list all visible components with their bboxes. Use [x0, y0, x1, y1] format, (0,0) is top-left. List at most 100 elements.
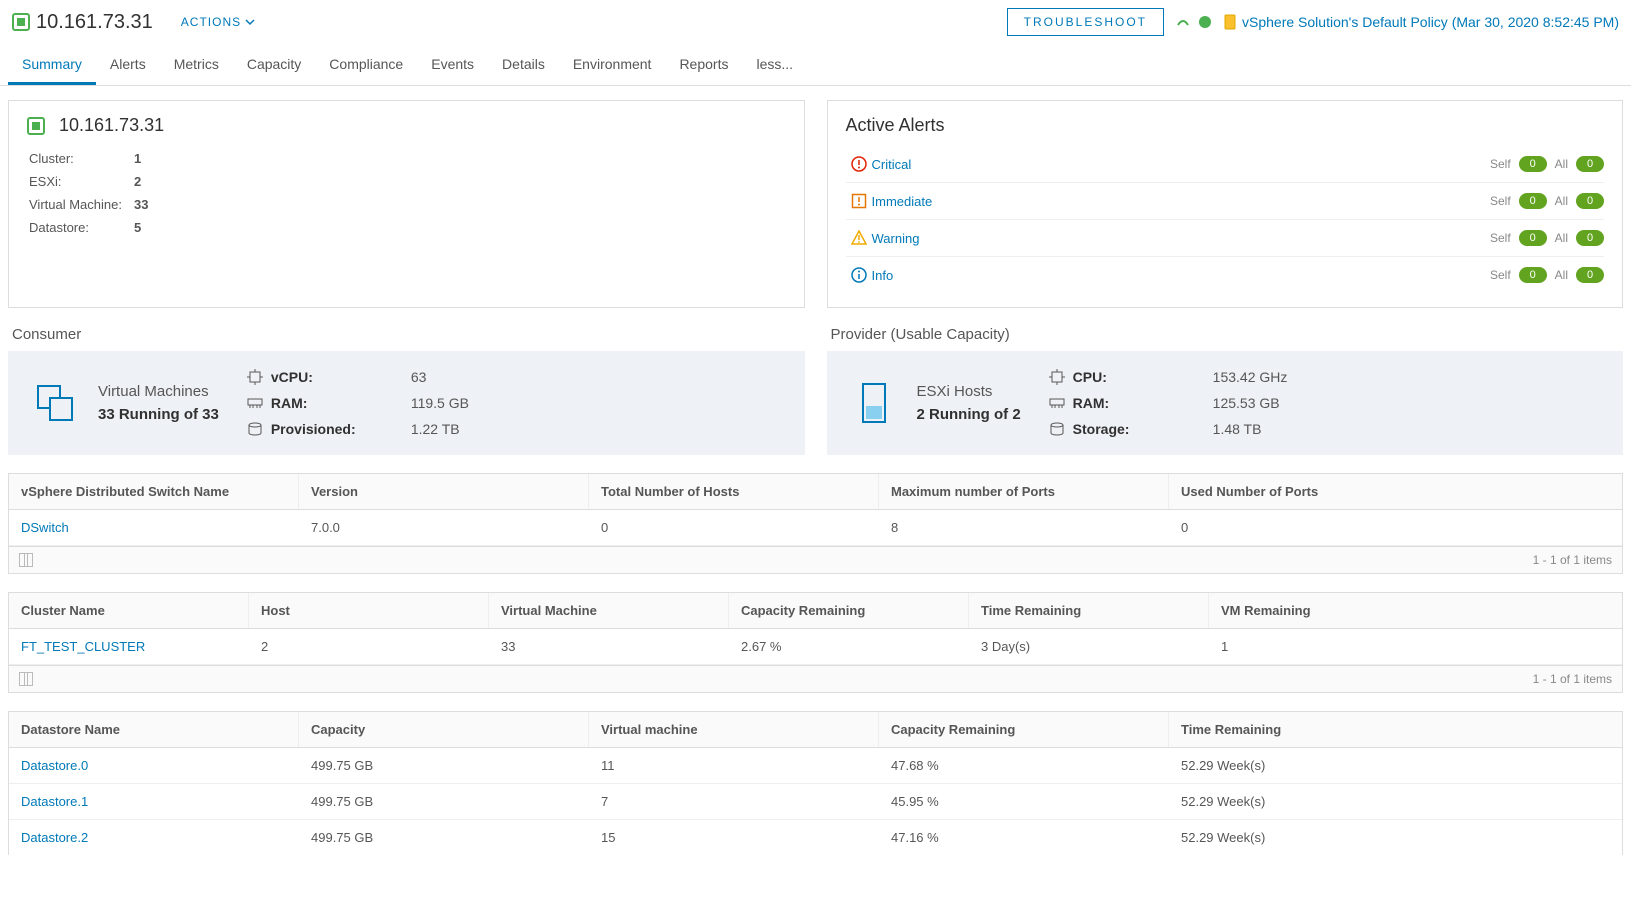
- active-alerts-card: Active Alerts Critical Self 0 All 0 Imme…: [827, 100, 1624, 308]
- stat-label: Cluster:: [29, 148, 132, 169]
- tab-details[interactable]: Details: [488, 46, 559, 85]
- table-row[interactable]: DSwitch 7.0.0 0 8 0: [9, 510, 1622, 546]
- provider-panel: ESXi Hosts 2 Running of 2 CPU: 153.42 GH…: [827, 351, 1624, 455]
- policy-icon: [1222, 14, 1238, 30]
- metric-label: Provisioned:: [271, 421, 411, 437]
- tab-events[interactable]: Events: [417, 46, 488, 85]
- alert-row-critical: Critical Self 0 All 0: [846, 146, 1605, 182]
- health-icon: [1176, 15, 1190, 29]
- tab-metrics[interactable]: Metrics: [160, 46, 233, 85]
- storage-icon: [1049, 421, 1065, 437]
- alert-self-count: 0: [1519, 230, 1547, 246]
- tab-environment[interactable]: Environment: [559, 46, 666, 85]
- alerts-card-title: Active Alerts: [846, 115, 1605, 136]
- warning-icon: [846, 230, 872, 246]
- columns-icon[interactable]: [19, 553, 33, 567]
- tab-alerts[interactable]: Alerts: [96, 46, 160, 85]
- alert-self-count: 0: [1519, 156, 1547, 172]
- cell: 499.75 GB: [299, 820, 589, 855]
- ram-icon: [1049, 395, 1065, 411]
- cell: 8: [879, 510, 1169, 545]
- metric-label: CPU:: [1073, 369, 1213, 385]
- alert-link-immediate[interactable]: Immediate: [872, 194, 992, 209]
- col-header[interactable]: Cluster Name: [9, 593, 249, 628]
- critical-icon: [846, 156, 872, 172]
- col-header[interactable]: Time Remaining: [969, 593, 1209, 628]
- alert-link-warning[interactable]: Warning: [872, 231, 992, 246]
- consumer-section-label: Consumer: [8, 326, 805, 343]
- summary-card-title: 10.161.73.31: [59, 115, 164, 136]
- switch-name-link[interactable]: DSwitch: [21, 520, 69, 535]
- stat-value: 2: [134, 171, 158, 192]
- provider-title: ESXi Hosts: [917, 383, 1021, 400]
- tab-capacity[interactable]: Capacity: [233, 46, 315, 85]
- status-ok-icon: [1198, 15, 1212, 29]
- col-header[interactable]: Capacity: [299, 712, 589, 747]
- metric-value: 63: [411, 369, 781, 385]
- stat-label: ESXi:: [29, 171, 132, 192]
- cell: 7.0.0: [299, 510, 589, 545]
- switch-table: vSphere Distributed Switch Name Version …: [8, 473, 1623, 574]
- col-header[interactable]: vSphere Distributed Switch Name: [9, 474, 299, 509]
- cell: 0: [1169, 510, 1622, 545]
- chevron-down-icon: [245, 17, 255, 27]
- table-pagination: 1 - 1 of 1 items: [1533, 553, 1612, 567]
- immediate-icon: [846, 193, 872, 209]
- cell: 2: [249, 629, 489, 664]
- alert-self-label: Self: [1490, 157, 1511, 171]
- alert-all-count: 0: [1576, 230, 1604, 246]
- col-header[interactable]: Datastore Name: [9, 712, 299, 747]
- actions-dropdown[interactable]: ACTIONS: [181, 15, 255, 29]
- col-header[interactable]: Capacity Remaining: [729, 593, 969, 628]
- alert-link-critical[interactable]: Critical: [872, 157, 992, 172]
- consumer-title: Virtual Machines: [98, 383, 219, 400]
- datastore-name-link[interactable]: Datastore.2: [21, 830, 88, 845]
- col-header[interactable]: Capacity Remaining: [879, 712, 1169, 747]
- cluster-name-link[interactable]: FT_TEST_CLUSTER: [21, 639, 145, 654]
- stat-label: Datastore:: [29, 217, 132, 238]
- cell: 52.29 Week(s): [1169, 820, 1622, 855]
- col-header[interactable]: VM Remaining: [1209, 593, 1622, 628]
- table-row[interactable]: FT_TEST_CLUSTER 2 33 2.67 % 3 Day(s) 1: [9, 629, 1622, 665]
- col-header[interactable]: Maximum number of Ports: [879, 474, 1169, 509]
- cell: 45.95 %: [879, 784, 1169, 819]
- page-title: 10.161.73.31: [36, 11, 153, 34]
- datastore-name-link[interactable]: Datastore.1: [21, 794, 88, 809]
- vcenter-icon: [12, 13, 30, 31]
- cell: 7: [589, 784, 879, 819]
- tab-summary[interactable]: Summary: [8, 46, 96, 85]
- alert-all-label: All: [1555, 194, 1568, 208]
- col-header[interactable]: Virtual Machine: [489, 593, 729, 628]
- metric-label: RAM:: [1073, 395, 1213, 411]
- tab-compliance[interactable]: Compliance: [315, 46, 417, 85]
- table-row[interactable]: Datastore.2 499.75 GB 15 47.16 % 52.29 W…: [9, 820, 1622, 855]
- troubleshoot-button[interactable]: TROUBLESHOOT: [1007, 8, 1164, 36]
- metric-value: 1.48 TB: [1213, 421, 1599, 437]
- tab-less[interactable]: less...: [742, 46, 807, 85]
- cell: 499.75 GB: [299, 748, 589, 783]
- metric-value: 119.5 GB: [411, 395, 781, 411]
- alert-all-count: 0: [1576, 193, 1604, 209]
- policy-link[interactable]: vSphere Solution's Default Policy (Mar 3…: [1242, 14, 1619, 30]
- col-header[interactable]: Time Remaining: [1169, 712, 1622, 747]
- table-row[interactable]: Datastore.1 499.75 GB 7 45.95 % 52.29 We…: [9, 784, 1622, 820]
- alert-link-info[interactable]: Info: [872, 268, 992, 283]
- tab-reports[interactable]: Reports: [665, 46, 742, 85]
- cell: 11: [589, 748, 879, 783]
- datastore-table: Datastore Name Capacity Virtual machine …: [8, 711, 1623, 855]
- cell: 1: [1209, 629, 1622, 664]
- metric-label: vCPU:: [271, 369, 411, 385]
- alert-row-warning: Warning Self 0 All 0: [846, 219, 1605, 256]
- table-row[interactable]: Datastore.0 499.75 GB 11 47.68 % 52.29 W…: [9, 748, 1622, 784]
- table-pagination: 1 - 1 of 1 items: [1533, 672, 1612, 686]
- col-header[interactable]: Host: [249, 593, 489, 628]
- col-header[interactable]: Used Number of Ports: [1169, 474, 1622, 509]
- storage-icon: [247, 421, 263, 437]
- columns-icon[interactable]: [19, 672, 33, 686]
- col-header[interactable]: Version: [299, 474, 589, 509]
- datastore-name-link[interactable]: Datastore.0: [21, 758, 88, 773]
- col-header[interactable]: Total Number of Hosts: [589, 474, 879, 509]
- col-header[interactable]: Virtual machine: [589, 712, 879, 747]
- alert-all-count: 0: [1576, 267, 1604, 283]
- stat-value: 33: [134, 194, 158, 215]
